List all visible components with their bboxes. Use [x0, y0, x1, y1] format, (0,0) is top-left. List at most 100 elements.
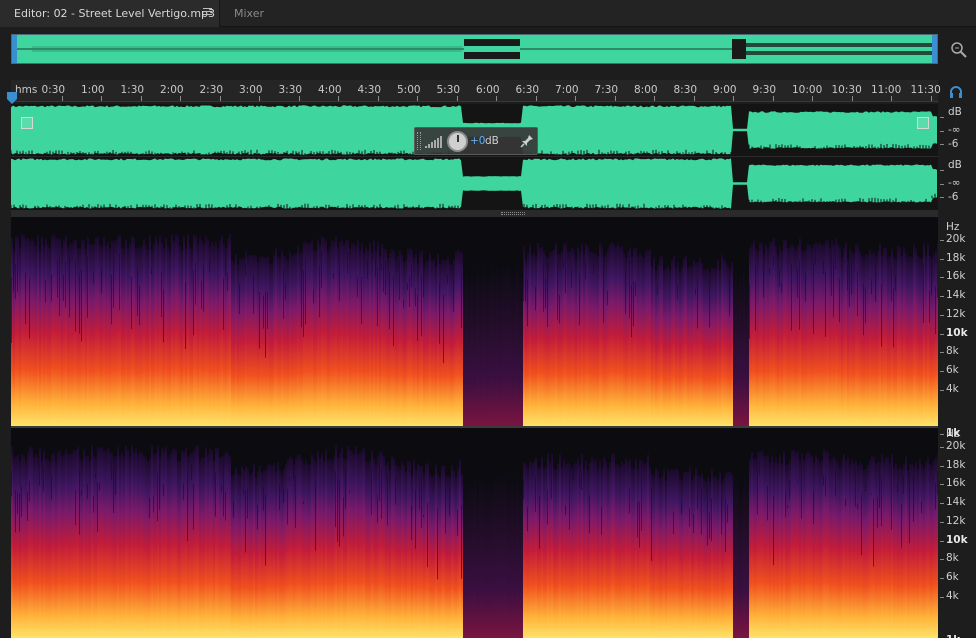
spectral-display-channel-2[interactable]: [11, 428, 938, 638]
ruler-label: 11:00: [871, 84, 902, 96]
overview-navigator[interactable]: [0, 27, 976, 73]
pin-icon[interactable]: [520, 134, 534, 148]
ruler-tick: [456, 96, 458, 101]
ruler-tick: [812, 96, 813, 101]
hz-tick: [940, 240, 944, 241]
tab-editor-label: Editor: 02 - Street Level Vertigo.mp3: [14, 7, 216, 20]
db-unit: dB: [948, 159, 962, 171]
db-inf-label: -∞: [948, 124, 961, 136]
overview-waveform[interactable]: [11, 34, 938, 64]
ruler-label: 7:00: [555, 84, 579, 96]
tab-editor[interactable]: Editor: 02 - Street Level Vertigo.mp3: [0, 0, 220, 27]
ruler-label: 6:00: [476, 84, 500, 96]
overview-handle-left[interactable]: [12, 35, 17, 63]
hz-tick: [940, 370, 944, 372]
ruler-tick: [733, 96, 734, 101]
hz-unit: Hz: [946, 428, 960, 440]
hz-label: 12k: [946, 307, 966, 320]
ruler-unit: hms: [15, 84, 38, 96]
hz-label: 14k: [946, 496, 966, 509]
hz-label: 20k: [946, 233, 966, 245]
tab-mixer-label: Mixer: [234, 7, 265, 20]
ruler-tick: [851, 96, 853, 101]
time-ruler[interactable]: hms 0:30 1:00 1:30 2:00 2:30 3:00 3:30 4:00 4:30…: [11, 80, 941, 102]
hz-tick: [940, 540, 944, 542]
gain-knob[interactable]: [447, 131, 468, 152]
playhead-marker[interactable]: [7, 92, 17, 104]
hz-tick: [940, 277, 944, 279]
tab-mixer[interactable]: Mixer: [220, 0, 290, 27]
level-meter-icon: [425, 136, 442, 148]
hz-label: 12k: [946, 514, 966, 527]
ruler-tick: [693, 96, 695, 101]
ruler-label: 3:00: [239, 84, 263, 96]
hz-label: 8k: [946, 345, 959, 358]
hz-scale-channel-1: Hz 20k 18k 16k 14k 12k 10k 8k 6k 4k 1k: [940, 217, 976, 439]
hz-tick: [940, 521, 944, 523]
db-scale-channel-2: dB -∞ -6: [940, 157, 976, 210]
hz-label: 6k: [946, 570, 959, 583]
ruler-label: 5:00: [397, 84, 421, 96]
ruler-label: 11:30: [910, 84, 941, 96]
ruler-tick: [180, 96, 181, 101]
hz-label: 16k: [946, 477, 966, 490]
ruler-tick: [417, 96, 418, 101]
ruler-label: 8:00: [634, 84, 658, 96]
ruler-tick: [140, 96, 142, 101]
amplitude-hud: +0 dB: [414, 127, 538, 155]
hud-grip[interactable]: [417, 132, 421, 150]
hz-label: 4k: [946, 382, 959, 395]
ruler-label: 6:30: [515, 84, 540, 96]
ruler-tick: [377, 96, 379, 101]
hz-tick: [940, 465, 944, 467]
gain-value[interactable]: +0: [470, 135, 485, 147]
waveform-spectral-splitter[interactable]: [11, 210, 938, 217]
ruler-tick: [298, 96, 300, 101]
db-scale-channel-1: dB -∞ -6: [940, 104, 976, 156]
zoom-to-selection-icon[interactable]: [950, 41, 968, 59]
ruler-tick: [575, 96, 576, 101]
hz-label: 20k: [946, 440, 966, 452]
hz-tick: [940, 258, 944, 260]
ruler-label: 8:30: [673, 84, 698, 96]
ruler-label: 9:00: [713, 84, 737, 96]
ruler-tick: [535, 96, 537, 101]
hz-label: 6k: [946, 363, 959, 376]
ruler-tick: [219, 96, 221, 101]
hz-tick: [940, 314, 944, 316]
ruler-tick: [891, 96, 892, 101]
ruler-label: 0:30: [41, 84, 66, 96]
ruler-label: 4:00: [318, 84, 342, 96]
ruler-tick: [496, 96, 497, 101]
waveform-display[interactable]: [11, 104, 938, 210]
hz-label: 14k: [946, 289, 966, 302]
hz-unit: Hz: [946, 221, 960, 233]
ruler-tick: [930, 96, 932, 101]
hz-scale-channel-2: Hz 20k 18k 16k 14k 12k 10k 8k 6k 4k 1k: [940, 428, 976, 638]
headphones-icon[interactable]: [949, 86, 963, 98]
hz-label: 18k: [946, 458, 966, 471]
ruler-tick: [772, 96, 774, 101]
hz-tick: [940, 596, 944, 598]
tab-menu-icon[interactable]: [203, 8, 212, 17]
hz-label: 10k: [946, 533, 968, 546]
fade-out-handle[interactable]: [917, 117, 929, 129]
ruler-tick: [259, 96, 260, 101]
ruler-tick: [654, 96, 655, 101]
fade-in-handle[interactable]: [21, 117, 33, 129]
db-inf-label: -∞: [948, 177, 961, 189]
hz-tick: [940, 559, 944, 561]
overview-handle-right[interactable]: [932, 35, 937, 63]
ruler-label: 7:30: [594, 84, 619, 96]
ruler-tick: [101, 96, 102, 101]
db-minus6-label: -6: [948, 191, 959, 203]
ruler-label: 2:30: [199, 84, 224, 96]
hz-label: 10k: [946, 326, 968, 339]
ruler-label: 5:30: [436, 84, 461, 96]
ruler-label: 9:30: [752, 84, 777, 96]
ruler-label: 10:00: [792, 84, 823, 96]
spectral-display-channel-1[interactable]: [11, 217, 938, 426]
ruler-tick: [61, 96, 63, 101]
ruler-label: 2:00: [160, 84, 184, 96]
hz-label: 4k: [946, 589, 959, 602]
